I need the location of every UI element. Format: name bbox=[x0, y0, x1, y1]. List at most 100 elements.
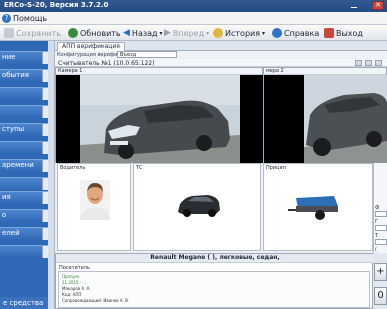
driver-photo bbox=[80, 180, 110, 220]
visitor-box: Пропуск 11.2015 - ... Макаров А. А. Код:… bbox=[58, 271, 370, 308]
camera-2-header: мера 2 bbox=[264, 68, 386, 75]
refresh-label: Обновить bbox=[80, 28, 121, 38]
tab-bar: АПП верификация bbox=[55, 41, 387, 51]
window-title: ERCo-S-20, Версия 3.7.2.0 bbox=[4, 1, 109, 9]
toolbar: Сохранить Обновить ◀ Назад ▾ ▶ Вперед ▾ … bbox=[0, 25, 387, 41]
sidebar: ние обытия ступы аремени ия о елей е сре… bbox=[0, 41, 48, 309]
right-field-input[interactable] bbox=[375, 225, 387, 231]
sidebar-item[interactable] bbox=[0, 177, 48, 190]
refresh-button[interactable]: Обновить bbox=[68, 27, 121, 39]
count-label: 0 bbox=[377, 290, 384, 301]
add-label: + bbox=[376, 266, 385, 277]
car-photo-2 bbox=[304, 75, 387, 163]
sidebar-item[interactable]: ние bbox=[0, 51, 48, 64]
exit-icon bbox=[324, 28, 334, 38]
sidebar-item-label: елей bbox=[2, 229, 20, 237]
visitor-line: 11.2015 - ... bbox=[62, 280, 87, 285]
history-icon bbox=[213, 28, 223, 38]
vehicle-label: ТС bbox=[136, 165, 143, 171]
sidebar-item-label: ступы bbox=[2, 125, 25, 133]
sidebar-footer-label: е средства bbox=[3, 299, 44, 307]
back-label: Назад bbox=[131, 28, 158, 38]
count-button[interactable]: 0 bbox=[374, 287, 387, 305]
tool-icon[interactable] bbox=[375, 60, 382, 66]
title-bar: ERCo-S-20, Версия 3.7.2.0 ✕ bbox=[0, 0, 387, 12]
camera-1-black-right bbox=[240, 75, 263, 163]
sidebar-item-label: ние bbox=[2, 53, 16, 61]
sidebar-item[interactable]: аремени bbox=[0, 159, 48, 172]
info-panel: Renault Megane ( ), легковые, седан, Пос… bbox=[55, 253, 374, 309]
tool-icon[interactable] bbox=[365, 60, 372, 66]
visitor-line: Сопровождающий: Иванов А. В. bbox=[62, 298, 130, 303]
visitor-line: Код: АПП bbox=[62, 292, 82, 297]
sidebar-item[interactable] bbox=[0, 87, 48, 100]
arrow-right-icon: ▶ bbox=[164, 28, 171, 38]
tab-label: АПП верификация bbox=[62, 43, 120, 50]
history-label: История bbox=[225, 28, 261, 38]
car-photo-1 bbox=[80, 75, 240, 163]
sidebar-item-label: ия bbox=[2, 193, 11, 201]
sidebar-item[interactable] bbox=[0, 105, 48, 118]
reader-row: Считыватель №1 (10.0.65.122) bbox=[55, 59, 387, 67]
vehicle-card: ТС bbox=[133, 163, 261, 251]
reader-label: Считыватель №1 (10.0.65.122) bbox=[58, 60, 155, 67]
sidebar-item[interactable] bbox=[0, 141, 48, 154]
camera-1-black-left bbox=[56, 75, 80, 163]
sidebar-item[interactable]: о bbox=[0, 209, 48, 222]
visitor-line: Макаров А. А. bbox=[62, 286, 91, 291]
refresh-icon bbox=[68, 28, 78, 38]
help-icon bbox=[272, 28, 282, 38]
right-field-input[interactable] bbox=[375, 239, 387, 245]
tab-verification[interactable]: АПП верификация bbox=[57, 42, 125, 51]
menu-bar: ? Помощь bbox=[0, 12, 387, 25]
arrow-left-icon: ◀ bbox=[123, 28, 130, 38]
camera-1-header: Камера 1 bbox=[56, 68, 262, 75]
driver-label: Водитель bbox=[60, 165, 86, 171]
exit-button[interactable]: Выход bbox=[324, 27, 363, 39]
tool-icon[interactable] bbox=[355, 60, 362, 66]
chevron-down-icon: ▾ bbox=[206, 29, 210, 37]
sidebar-item[interactable] bbox=[0, 245, 48, 258]
add-button[interactable]: + bbox=[374, 263, 387, 281]
vehicle-title: Renault Megane ( ), легковые, седан, bbox=[56, 254, 374, 263]
back-button[interactable]: ◀ Назад ▾ bbox=[123, 27, 163, 39]
sidebar-item[interactable]: обытия bbox=[0, 69, 48, 82]
chevron-down-icon: ▾ bbox=[159, 29, 163, 37]
camera-2-image bbox=[304, 75, 387, 163]
camera-2-black-left bbox=[264, 75, 304, 163]
driver-card: Водитель bbox=[57, 163, 131, 251]
save-label: Сохранить bbox=[16, 28, 61, 38]
camera-1-panel: Камера 1 bbox=[55, 67, 263, 163]
trailer-card: Прицеп bbox=[263, 163, 373, 251]
close-icon[interactable]: ✕ bbox=[372, 1, 384, 10]
minimize-icon[interactable] bbox=[351, 2, 357, 8]
right-field-input[interactable] bbox=[375, 211, 387, 217]
history-button[interactable]: История ▾ bbox=[213, 27, 265, 39]
menu-help[interactable]: ? Помощь bbox=[2, 14, 47, 23]
exit-label: Выход bbox=[336, 28, 363, 38]
forward-button[interactable]: ▶ Вперед ▾ bbox=[164, 27, 209, 39]
sidebar-item-label: обытия bbox=[2, 71, 29, 79]
config-value: Въезд bbox=[120, 52, 137, 58]
sidebar-footer[interactable]: е средства bbox=[0, 297, 48, 309]
cards-area: Водитель ТС Прицеп bbox=[55, 163, 387, 253]
trailer-label: Прицеп bbox=[266, 165, 286, 171]
sidebar-item[interactable]: ступы bbox=[0, 123, 48, 136]
help-label: Справка bbox=[284, 28, 320, 38]
camera-1-image bbox=[80, 75, 240, 163]
save-icon bbox=[4, 28, 14, 38]
config-select[interactable]: Въезд bbox=[117, 51, 177, 58]
trailer-image bbox=[288, 196, 338, 220]
forward-label: Вперед bbox=[172, 28, 205, 38]
action-buttons: + 0 bbox=[373, 253, 387, 309]
sidebar-item[interactable]: елей bbox=[0, 227, 48, 240]
sidebar-item[interactable]: ия bbox=[0, 191, 48, 204]
chevron-down-icon: ▾ bbox=[262, 29, 266, 37]
sidebar-item-label: о bbox=[2, 211, 7, 219]
save-button[interactable]: Сохранить bbox=[4, 27, 61, 39]
sidebar-splitter[interactable] bbox=[48, 41, 55, 309]
right-panel: Ф Г Т ( bbox=[373, 163, 387, 253]
menu-help-label: Помощь bbox=[13, 14, 48, 23]
help-button[interactable]: Справка bbox=[272, 27, 319, 39]
config-row: Конфигурация верификации: Въезд bbox=[55, 51, 387, 59]
